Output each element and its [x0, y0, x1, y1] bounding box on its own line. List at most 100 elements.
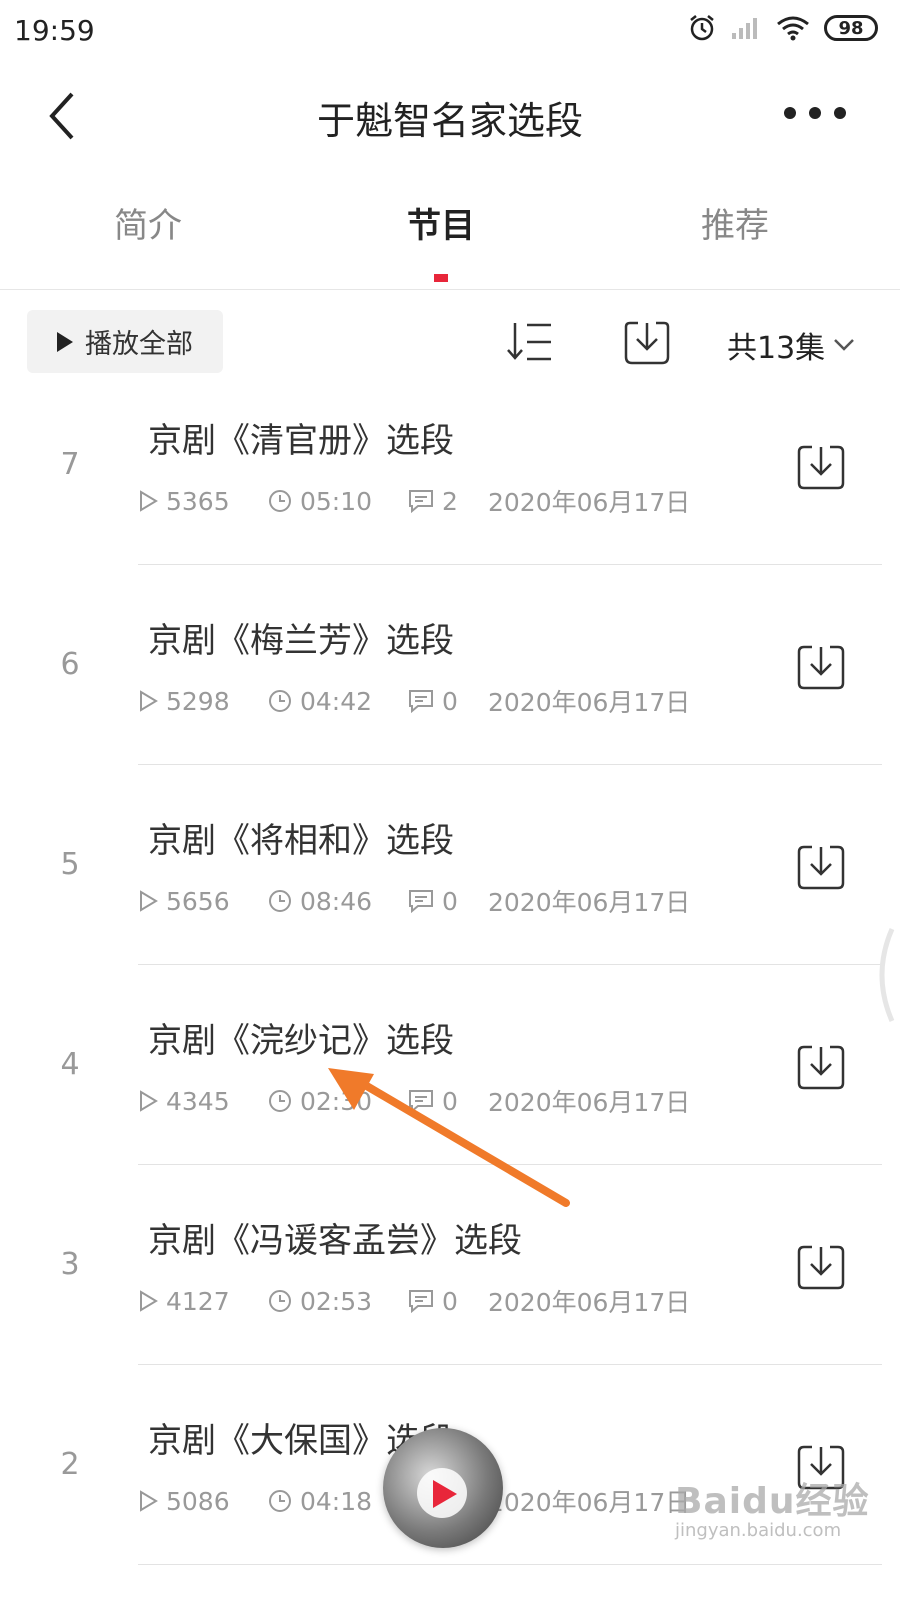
episode-row[interactable]: 5 京剧《将相和》选段 5656 08:46 0 2020年06月17日	[0, 765, 900, 965]
episode-number: 2	[60, 1447, 80, 1482]
status-bar: 19:59 98	[0, 0, 900, 60]
episode-meta: 5365 05:10 2 2020年06月17日	[138, 483, 690, 519]
tab-bar: 简介 节目 推荐	[0, 190, 900, 290]
tab-intro[interactable]: 简介	[114, 198, 182, 247]
status-icons: 98	[688, 14, 878, 42]
comment-icon	[409, 1090, 433, 1113]
download-icon	[797, 845, 845, 890]
play-count: 5365	[166, 486, 230, 516]
watermark: Baidu经验 jingyan.baidu.com	[675, 1472, 869, 1541]
episode-meta: 5656 08:46 0 2020年06月17日	[138, 883, 690, 919]
episode-meta: 4345 02:30 0 2020年06月17日	[138, 1083, 690, 1119]
sort-icon	[507, 323, 551, 361]
episode-number: 5	[60, 847, 80, 882]
clock-icon	[269, 690, 291, 712]
comment-count: 0	[442, 886, 458, 916]
watermark-url: jingyan.baidu.com	[675, 1520, 842, 1541]
comment-icon	[409, 890, 433, 913]
play-icon	[433, 1480, 457, 1508]
clock-icon	[269, 890, 291, 912]
publish-date: 2020年06月17日	[488, 1288, 691, 1317]
more-dots-icon	[784, 107, 846, 119]
download-button[interactable]	[796, 443, 846, 491]
episode-title: 京剧《梅兰芳》选段	[148, 621, 454, 661]
publish-date: 2020年06月17日	[488, 488, 691, 517]
publish-date: 2020年06月17日	[488, 1088, 691, 1117]
episode-number: 3	[60, 1247, 80, 1282]
play-count-icon	[140, 1290, 158, 1312]
alarm-icon	[690, 15, 714, 41]
battery-icon: 98	[824, 15, 878, 41]
download-icon	[797, 645, 845, 690]
duration: 02:53	[300, 1286, 373, 1316]
play-count-icon	[140, 1090, 158, 1112]
play-icon	[57, 331, 73, 352]
download-icon	[797, 445, 845, 490]
download-all-button[interactable]	[622, 317, 672, 367]
play-count: 4127	[166, 1286, 230, 1316]
episode-meta: 4127 02:53 0 2020年06月17日	[138, 1283, 690, 1319]
episode-count-label: 共13集	[727, 331, 826, 366]
download-button[interactable]	[796, 843, 846, 891]
download-icon	[797, 1245, 845, 1290]
episode-title: 京剧《清官册》选段	[148, 421, 454, 461]
wifi-icon	[777, 16, 809, 41]
comment-icon	[409, 490, 433, 513]
duration: 04:42	[300, 686, 373, 716]
active-tab-indicator	[434, 274, 448, 282]
episode-list: 7 京剧《清官册》选段 5365 05:10 2 2020年06月17日 6 京…	[0, 365, 900, 1565]
play-count: 4345	[166, 1086, 230, 1116]
comment-count: 0	[442, 686, 458, 716]
play-count-icon	[140, 490, 158, 512]
battery-level: 98	[838, 17, 864, 39]
comment-count: 0	[442, 1086, 458, 1116]
sort-button[interactable]	[505, 319, 555, 365]
more-button[interactable]	[780, 98, 850, 128]
download-icon	[624, 321, 670, 365]
episode-number: 4	[60, 1047, 80, 1082]
play-count-icon	[140, 690, 158, 712]
play-all-button[interactable]: 播放全部	[27, 310, 223, 373]
episode-number: 7	[60, 447, 80, 482]
episode-row[interactable]: 6 京剧《梅兰芳》选段 5298 04:42 0 2020年06月17日	[0, 565, 900, 765]
comment-icon	[409, 1290, 433, 1313]
episode-title: 京剧《冯谖客孟尝》选段	[148, 1221, 522, 1261]
play-count: 5298	[166, 686, 230, 716]
comment-icon	[409, 690, 433, 713]
status-time: 19:59	[14, 14, 95, 47]
header: 于魁智名家选段	[0, 70, 900, 160]
comment-count: 2	[442, 486, 458, 516]
publish-date: 2020年06月17日	[488, 1488, 691, 1517]
publish-date: 2020年06月17日	[488, 688, 691, 717]
duration: 02:30	[300, 1086, 373, 1116]
episode-count-dropdown[interactable]: 共13集	[727, 323, 855, 367]
tab-programs[interactable]: 节目	[407, 198, 475, 247]
row-divider	[138, 1564, 882, 1565]
scroll-handle[interactable]	[860, 925, 900, 1025]
page-title: 于魁智名家选段	[316, 99, 583, 143]
clock-icon	[269, 1490, 291, 1512]
clock-icon	[269, 1290, 291, 1312]
signal-icon	[732, 18, 757, 39]
chevron-down-icon	[834, 339, 855, 351]
publish-date: 2020年06月17日	[488, 888, 691, 917]
download-button[interactable]	[796, 1243, 846, 1291]
comment-count: 0	[442, 1286, 458, 1316]
episode-row[interactable]: 3 京剧《冯谖客孟尝》选段 4127 02:53 0 2020年06月17日	[0, 1165, 900, 1365]
mini-player[interactable]	[383, 1428, 503, 1548]
episode-meta: 5298 04:42 0 2020年06月17日	[138, 683, 690, 719]
play-count-icon	[140, 890, 158, 912]
episode-row[interactable]: 4 京剧《浣纱记》选段 4345 02:30 0 2020年06月17日	[0, 965, 900, 1165]
episode-number: 6	[60, 647, 80, 682]
download-button[interactable]	[796, 643, 846, 691]
download-button[interactable]	[796, 1043, 846, 1091]
duration: 08:46	[300, 886, 373, 916]
play-all-label: 播放全部	[85, 329, 193, 360]
episode-row[interactable]: 7 京剧《清官册》选段 5365 05:10 2 2020年06月17日	[0, 365, 900, 565]
play-count: 5086	[166, 1486, 230, 1516]
duration: 04:18	[300, 1486, 373, 1516]
tab-recommend[interactable]: 推荐	[701, 198, 769, 247]
duration: 05:10	[300, 486, 373, 516]
download-icon	[797, 1045, 845, 1090]
episode-title: 京剧《将相和》选段	[148, 821, 454, 861]
